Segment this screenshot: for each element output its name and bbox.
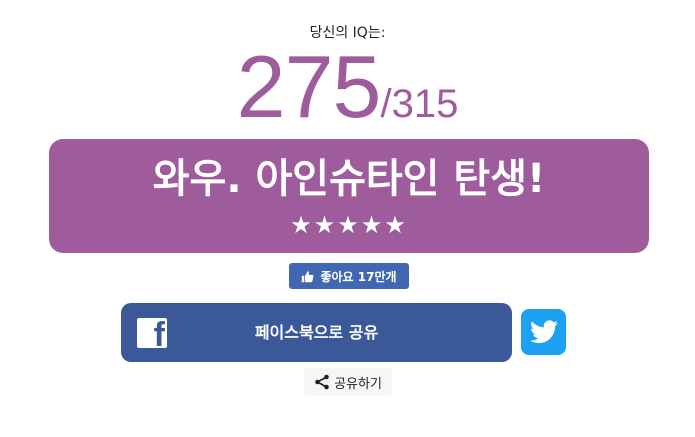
facebook-share-label: 페이스북으로 공유 xyxy=(254,323,379,342)
iq-score-max: 315 xyxy=(391,82,459,126)
iq-score-separator: / xyxy=(380,82,392,126)
twitter-share-button[interactable] xyxy=(521,309,566,355)
share-more-label: 공유하기 xyxy=(334,376,382,392)
twitter-icon xyxy=(529,320,558,344)
share-more-button[interactable]: 공유하기 xyxy=(304,368,392,396)
result-banner: 와우. 아인슈타인 탄생! ★★★★★ xyxy=(49,139,649,253)
share-icon xyxy=(315,374,329,390)
result-title: 와우. 아인슈타인 탄생! xyxy=(152,156,546,202)
thumbs-up-icon xyxy=(302,270,314,282)
iq-result-page: 당신의 IQ는: 275/315 와우. 아인슈타인 탄생! ★★★★★ 좋아요… xyxy=(0,0,695,437)
like-button[interactable]: 좋아요 17만개 xyxy=(289,263,409,289)
iq-score-value: 275 xyxy=(236,37,382,136)
facebook-share-button[interactable]: f 페이스북으로 공유 xyxy=(121,303,512,362)
like-label: 좋아요 17만개 xyxy=(320,269,397,284)
iq-score: 275/315 xyxy=(0,42,695,132)
star-rating: ★★★★★ xyxy=(290,211,408,239)
